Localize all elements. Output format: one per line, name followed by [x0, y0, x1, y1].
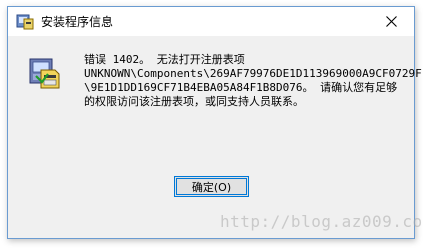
installer-icon: [16, 14, 34, 30]
window-title: 安装程序信息: [41, 15, 114, 29]
screen: 安装程序信息 错误 1402。 无法打开注册表项 UNKNOWN\Compone…: [0, 0, 423, 248]
dialog-body: 错误 1402。 无法打开注册表项 UNKNOWN\Components\269…: [8, 36, 422, 238]
ok-button[interactable]: 确定(O): [174, 176, 249, 197]
error-message: 错误 1402。 无法打开注册表项 UNKNOWN\Components\269…: [84, 53, 422, 109]
installer-info-dialog: 安装程序信息 错误 1402。 无法打开注册表项 UNKNOWN\Compone…: [7, 6, 422, 239]
message-line-2: UNKNOWN\Components\269AF79976DE1D1139690…: [84, 67, 422, 80]
close-icon: [386, 16, 397, 27]
close-button[interactable]: [369, 7, 414, 36]
message-line-4: 的权限访问该注册表项，或同支持人员联系。: [84, 95, 304, 108]
message-line-3: \9E1D1DD169CF71B4EBA05A84F1B8D076。 请确认您有…: [84, 81, 398, 94]
title-bar[interactable]: 安装程序信息: [8, 7, 414, 36]
installer-package-icon: [29, 58, 60, 89]
message-line-1: 错误 1402。 无法打开注册表项: [84, 53, 245, 66]
watermark-text: http://blog.az009.com: [220, 212, 423, 231]
